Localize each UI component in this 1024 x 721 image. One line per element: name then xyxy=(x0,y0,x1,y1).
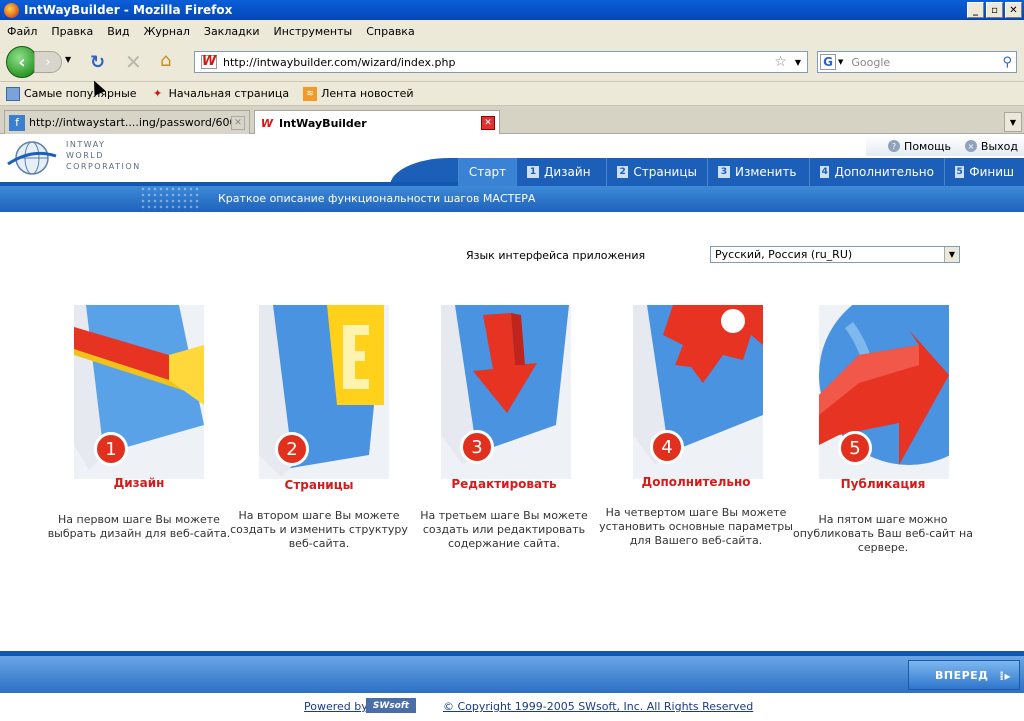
bookmark-label: Самые популярные xyxy=(24,87,137,100)
step-number-badge: 2 xyxy=(275,432,309,466)
help-icon[interactable]: ? xyxy=(888,140,901,152)
bookmarks-toolbar: Самые популярные ✦ Начальная страница ≋ … xyxy=(0,82,1024,106)
swsoft-logo[interactable]: SWsoft xyxy=(366,698,416,713)
step-advanced[interactable]: 4 Дополнительно xyxy=(809,158,944,186)
step-number-badge: 1 xyxy=(94,432,128,466)
history-dropdown-icon[interactable]: ▼ xyxy=(65,55,71,64)
folder-icon xyxy=(6,86,20,101)
step-number-badge: 4 xyxy=(650,430,684,464)
menu-view[interactable]: Вид xyxy=(100,25,136,38)
firefox-icon xyxy=(4,2,19,18)
stop-icon[interactable]: ✕ xyxy=(125,50,142,74)
start-page-icon: ✦ xyxy=(152,86,163,100)
window-title: IntWayBuilder - Mozilla Firefox xyxy=(24,3,233,17)
search-box[interactable]: G ▼ Google ⚲ xyxy=(817,51,1017,73)
top-links: ? Помощь × Выход xyxy=(866,136,1024,156)
wizard-page: INTWAY WORLD CORPORATION ? Помощь × Выхо… xyxy=(0,134,1024,721)
home-icon[interactable]: ⌂ xyxy=(160,50,171,71)
help-link[interactable]: Помощь xyxy=(904,140,951,153)
logout-icon[interactable]: × xyxy=(964,140,977,152)
tab-label: IntWayBuilder xyxy=(279,116,367,130)
reload-icon[interactable]: ↻ xyxy=(90,52,105,73)
search-input[interactable]: Google xyxy=(851,56,1002,69)
navigation-toolbar: ‹ › ▼ ↻ ✕ ⌂ W http://intwaybuilder.com/w… xyxy=(0,42,1024,82)
bookmark-star-icon[interactable]: ☆ xyxy=(774,54,787,70)
step-number-badge: 3 xyxy=(460,430,494,464)
tab-close-icon[interactable]: ✕ xyxy=(481,116,495,130)
step-number-badge: 5 xyxy=(838,431,872,465)
wizard-step-nav: Старт 1 Дизайн 2 Страницы 3 Изменить 4 Допол… xyxy=(0,158,1024,186)
forward-button[interactable]: › xyxy=(34,51,62,73)
bookmark-start-page[interactable]: ✦ Начальная страница xyxy=(151,86,290,101)
info-text: Краткое описание функциональности шагов … xyxy=(218,192,536,205)
bookmark-news-feed[interactable]: ≋ Лента новостей xyxy=(303,86,414,101)
window-controls: _ ▫ ✕ xyxy=(967,2,1022,18)
back-arrow-icon: ‹ xyxy=(18,51,26,73)
language-select[interactable]: Русский, Россия (ru_RU) ▼ xyxy=(710,246,960,263)
bookmark-most-visited[interactable]: Самые популярные xyxy=(6,86,137,101)
step-pages[interactable]: 2 Страницы xyxy=(606,158,707,186)
close-button[interactable]: ✕ xyxy=(1005,2,1022,18)
card-description: На втором шаге Вы можете создать и измен… xyxy=(230,509,408,550)
card-title[interactable]: Дополнительно xyxy=(596,475,796,489)
bottom-bar: ВПЕРЕД ⁞▸ xyxy=(0,651,1024,693)
card-title[interactable]: Страницы xyxy=(219,478,419,492)
url-text[interactable]: http://intwaybuilder.com/wizard/index.ph… xyxy=(223,56,774,69)
url-dropdown-icon[interactable]: ▼ xyxy=(795,58,801,67)
card-description: На третьем шаге Вы можете создать или ре… xyxy=(420,509,588,550)
tab-label: http://intwaystart....ing/password/60031 xyxy=(29,116,231,129)
menu-bookmarks[interactable]: Закладки xyxy=(197,25,267,38)
card-title[interactable]: Дизайн xyxy=(39,476,239,490)
card-description: На первом шаге Вы можете выбрать дизайн … xyxy=(47,513,231,540)
menu-tools[interactable]: Инструменты xyxy=(267,25,360,38)
engine-dropdown-icon[interactable]: ▼ xyxy=(838,58,843,66)
next-button[interactable]: ВПЕРЕД ⁞▸ xyxy=(908,660,1020,690)
card-title[interactable]: Публикация xyxy=(783,477,983,491)
arrow-dots-icon: ⁞▸ xyxy=(999,669,1011,683)
window-titlebar: IntWayBuilder - Mozilla Firefox _ ▫ ✕ xyxy=(0,0,1024,20)
tab-favicon-icon: W xyxy=(260,116,274,130)
language-label: Язык интерфейса приложения xyxy=(466,249,646,262)
card-description: На пятом шаге можно опубликовать Ваш веб… xyxy=(792,513,973,554)
url-bar[interactable]: W http://intwaybuilder.com/wizard/index.… xyxy=(194,51,808,73)
menu-history[interactable]: Журнал xyxy=(137,25,197,38)
maximize-button[interactable]: ▫ xyxy=(986,2,1003,18)
tab-favicon-icon: f xyxy=(9,114,25,131)
tab-list-dropdown[interactable]: ▼ xyxy=(1004,112,1022,132)
tab-intwaystart[interactable]: f http://intwaystart....ing/password/600… xyxy=(4,110,250,134)
rss-feed-icon: ≋ xyxy=(303,86,318,101)
menu-bar: Файл Правка Вид Журнал Закладки Инструме… xyxy=(0,20,1024,42)
google-engine-icon[interactable]: G xyxy=(820,54,836,70)
forward-arrow-icon: › xyxy=(45,54,51,70)
tab-intwaybuilder[interactable]: W IntWayBuilder ✕ xyxy=(254,110,500,135)
menu-file[interactable]: Файл xyxy=(0,25,44,38)
minimize-button[interactable]: _ xyxy=(967,2,984,18)
step-finish[interactable]: 5 Финиш xyxy=(944,158,1024,186)
tab-bar: f http://intwaystart....ing/password/600… xyxy=(0,106,1024,135)
step-edit[interactable]: 3 Изменить xyxy=(707,158,809,186)
bookmark-label: Лента новостей xyxy=(321,87,414,100)
tab-close-icon[interactable]: ✕ xyxy=(231,115,245,130)
menu-help[interactable]: Справка xyxy=(359,25,421,38)
menu-edit[interactable]: Правка xyxy=(44,25,100,38)
site-favicon-icon: W xyxy=(201,54,217,69)
chevron-down-icon[interactable]: ▼ xyxy=(944,247,959,262)
footer: Powered by SWsoft © Copyright 1999-2005 … xyxy=(0,696,1024,721)
step-design[interactable]: 1 Дизайн xyxy=(516,158,606,186)
logout-link[interactable]: Выход xyxy=(981,140,1018,153)
info-bar: Краткое описание функциональности шагов … xyxy=(0,186,1024,212)
powered-by-link[interactable]: Powered by xyxy=(304,700,368,713)
card-title[interactable]: Редактировать xyxy=(404,477,604,491)
search-icon[interactable]: ⚲ xyxy=(1002,55,1012,70)
bookmark-label: Начальная страница xyxy=(168,87,290,100)
card-description: На четвертом шаге Вы можете установить о… xyxy=(599,506,793,547)
step-start[interactable]: Старт xyxy=(458,158,516,186)
wizard-steps: Старт 1 Дизайн 2 Страницы 3 Изменить 4 Допол… xyxy=(458,158,1024,186)
copyright-link[interactable]: © Copyright 1999-2005 SWsoft, Inc. All R… xyxy=(443,700,753,713)
